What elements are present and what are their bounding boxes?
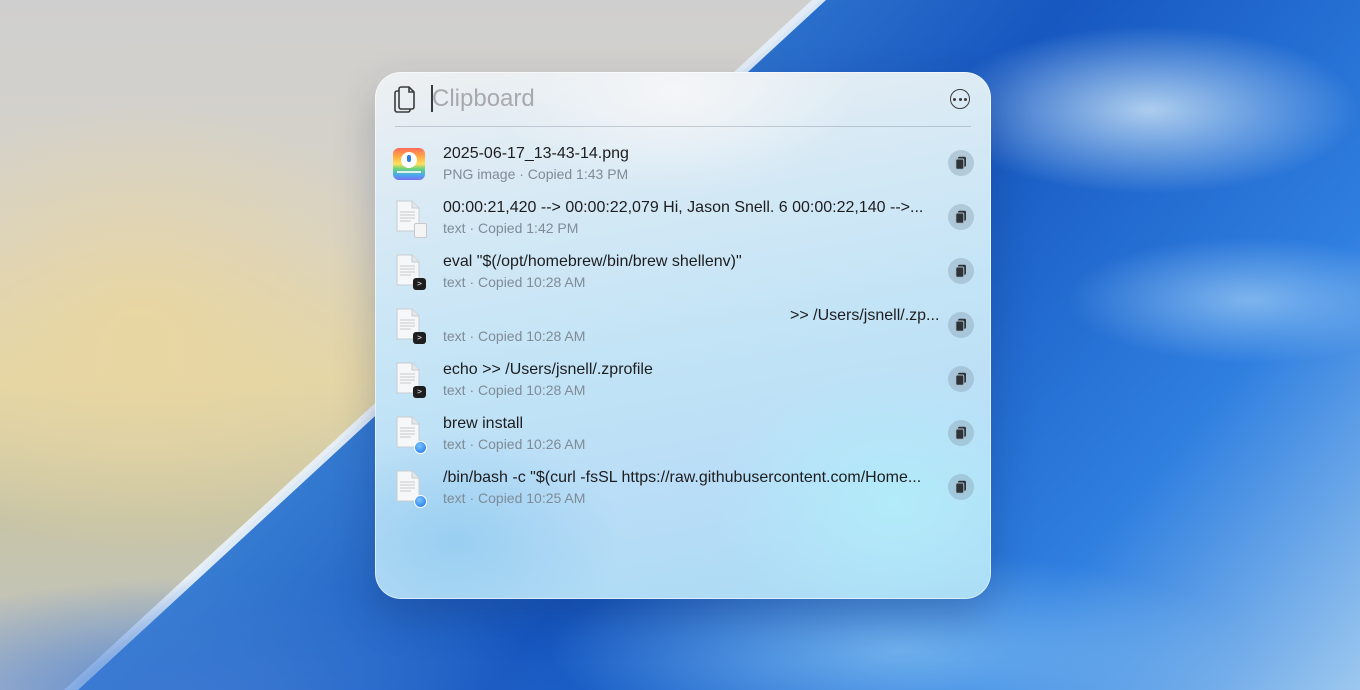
terminal-icon: > — [413, 332, 426, 344]
item-subtitle: text · Copied 1:42 PM — [443, 220, 579, 236]
clipboard-item[interactable]: /bin/bash -c "$(curl -fsSL https://raw.g… — [375, 460, 991, 514]
copy-button[interactable] — [948, 420, 974, 446]
item-title: 2025-06-17_13-43-14.png — [443, 145, 629, 162]
text-document-thumbnail: > — [392, 254, 426, 292]
item-subtitle: text · Copied 10:28 AM — [443, 274, 586, 290]
copy-icon — [955, 372, 966, 386]
clipboard-history-list: 2025-06-17_13-43-14.png PNG image · Copi… — [375, 136, 991, 514]
text-document-thumbnail — [392, 470, 427, 508]
safari-icon — [414, 441, 427, 454]
copy-icon — [955, 480, 966, 494]
copy-icon — [955, 318, 966, 332]
copy-icon — [955, 156, 966, 170]
item-title: >> /Users/jsnell/.zp... — [790, 307, 940, 324]
item-title: brew install — [443, 415, 524, 432]
clipboard-item[interactable]: > echo >> /Users/jsnell/.zprofile text ·… — [375, 352, 991, 406]
item-subtitle: PNG image · Copied 1:43 PM — [443, 166, 629, 182]
copy-button[interactable] — [948, 150, 974, 176]
item-title: eval "$(/opt/homebrew/bin/brew shellenv)… — [443, 253, 742, 270]
copy-button[interactable] — [948, 204, 974, 230]
item-subtitle: text · Copied 10:25 AM — [443, 490, 586, 506]
item-title: 00:00:21,420 --> 00:00:22,079 Hi, Jason … — [443, 199, 924, 216]
png-image-thumbnail — [392, 146, 426, 184]
clipboard-item[interactable]: brew install text · Copied 10:26 AM — [375, 406, 991, 460]
text-document-thumbnail: > — [392, 308, 426, 346]
copy-button[interactable] — [948, 366, 974, 392]
item-title: echo >> /Users/jsnell/.zprofile — [443, 361, 653, 378]
document-icon — [414, 223, 427, 238]
clipboard-item[interactable]: > eval "$(/opt/homebrew/bin/brew shellen… — [375, 244, 991, 298]
header-divider — [395, 126, 971, 127]
terminal-icon: > — [413, 386, 426, 398]
panel-header — [375, 72, 991, 126]
copy-icon — [955, 210, 966, 224]
safari-icon — [414, 495, 427, 508]
item-subtitle: text · Copied 10:28 AM — [443, 328, 586, 344]
text-document-thumbnail — [392, 416, 427, 454]
item-title: /bin/bash -c "$(curl -fsSL https://raw.g… — [443, 469, 922, 486]
copy-button[interactable] — [948, 258, 974, 284]
copy-icon — [955, 264, 966, 278]
clipboard-item[interactable]: > >> /Users/jsnell/.zp... text · Copied … — [375, 298, 991, 352]
clipboard-icon — [394, 86, 415, 113]
text-document-thumbnail: > — [392, 362, 426, 400]
item-subtitle: text · Copied 10:26 AM — [443, 436, 586, 452]
clipboard-item[interactable]: 2025-06-17_13-43-14.png PNG image · Copi… — [375, 136, 991, 190]
search-input[interactable] — [432, 84, 902, 114]
clipboard-item[interactable]: 00:00:21,420 --> 00:00:22,079 Hi, Jason … — [375, 190, 991, 244]
copy-button[interactable] — [948, 474, 974, 500]
text-document-thumbnail — [392, 200, 427, 238]
item-subtitle: text · Copied 10:28 AM — [443, 382, 586, 398]
more-options-button[interactable] — [950, 89, 970, 109]
copy-button[interactable] — [948, 312, 974, 338]
copy-icon — [955, 426, 966, 440]
clipboard-panel: 2025-06-17_13-43-14.png PNG image · Copi… — [375, 72, 991, 599]
search-field[interactable] — [430, 84, 910, 114]
terminal-icon: > — [413, 278, 426, 290]
